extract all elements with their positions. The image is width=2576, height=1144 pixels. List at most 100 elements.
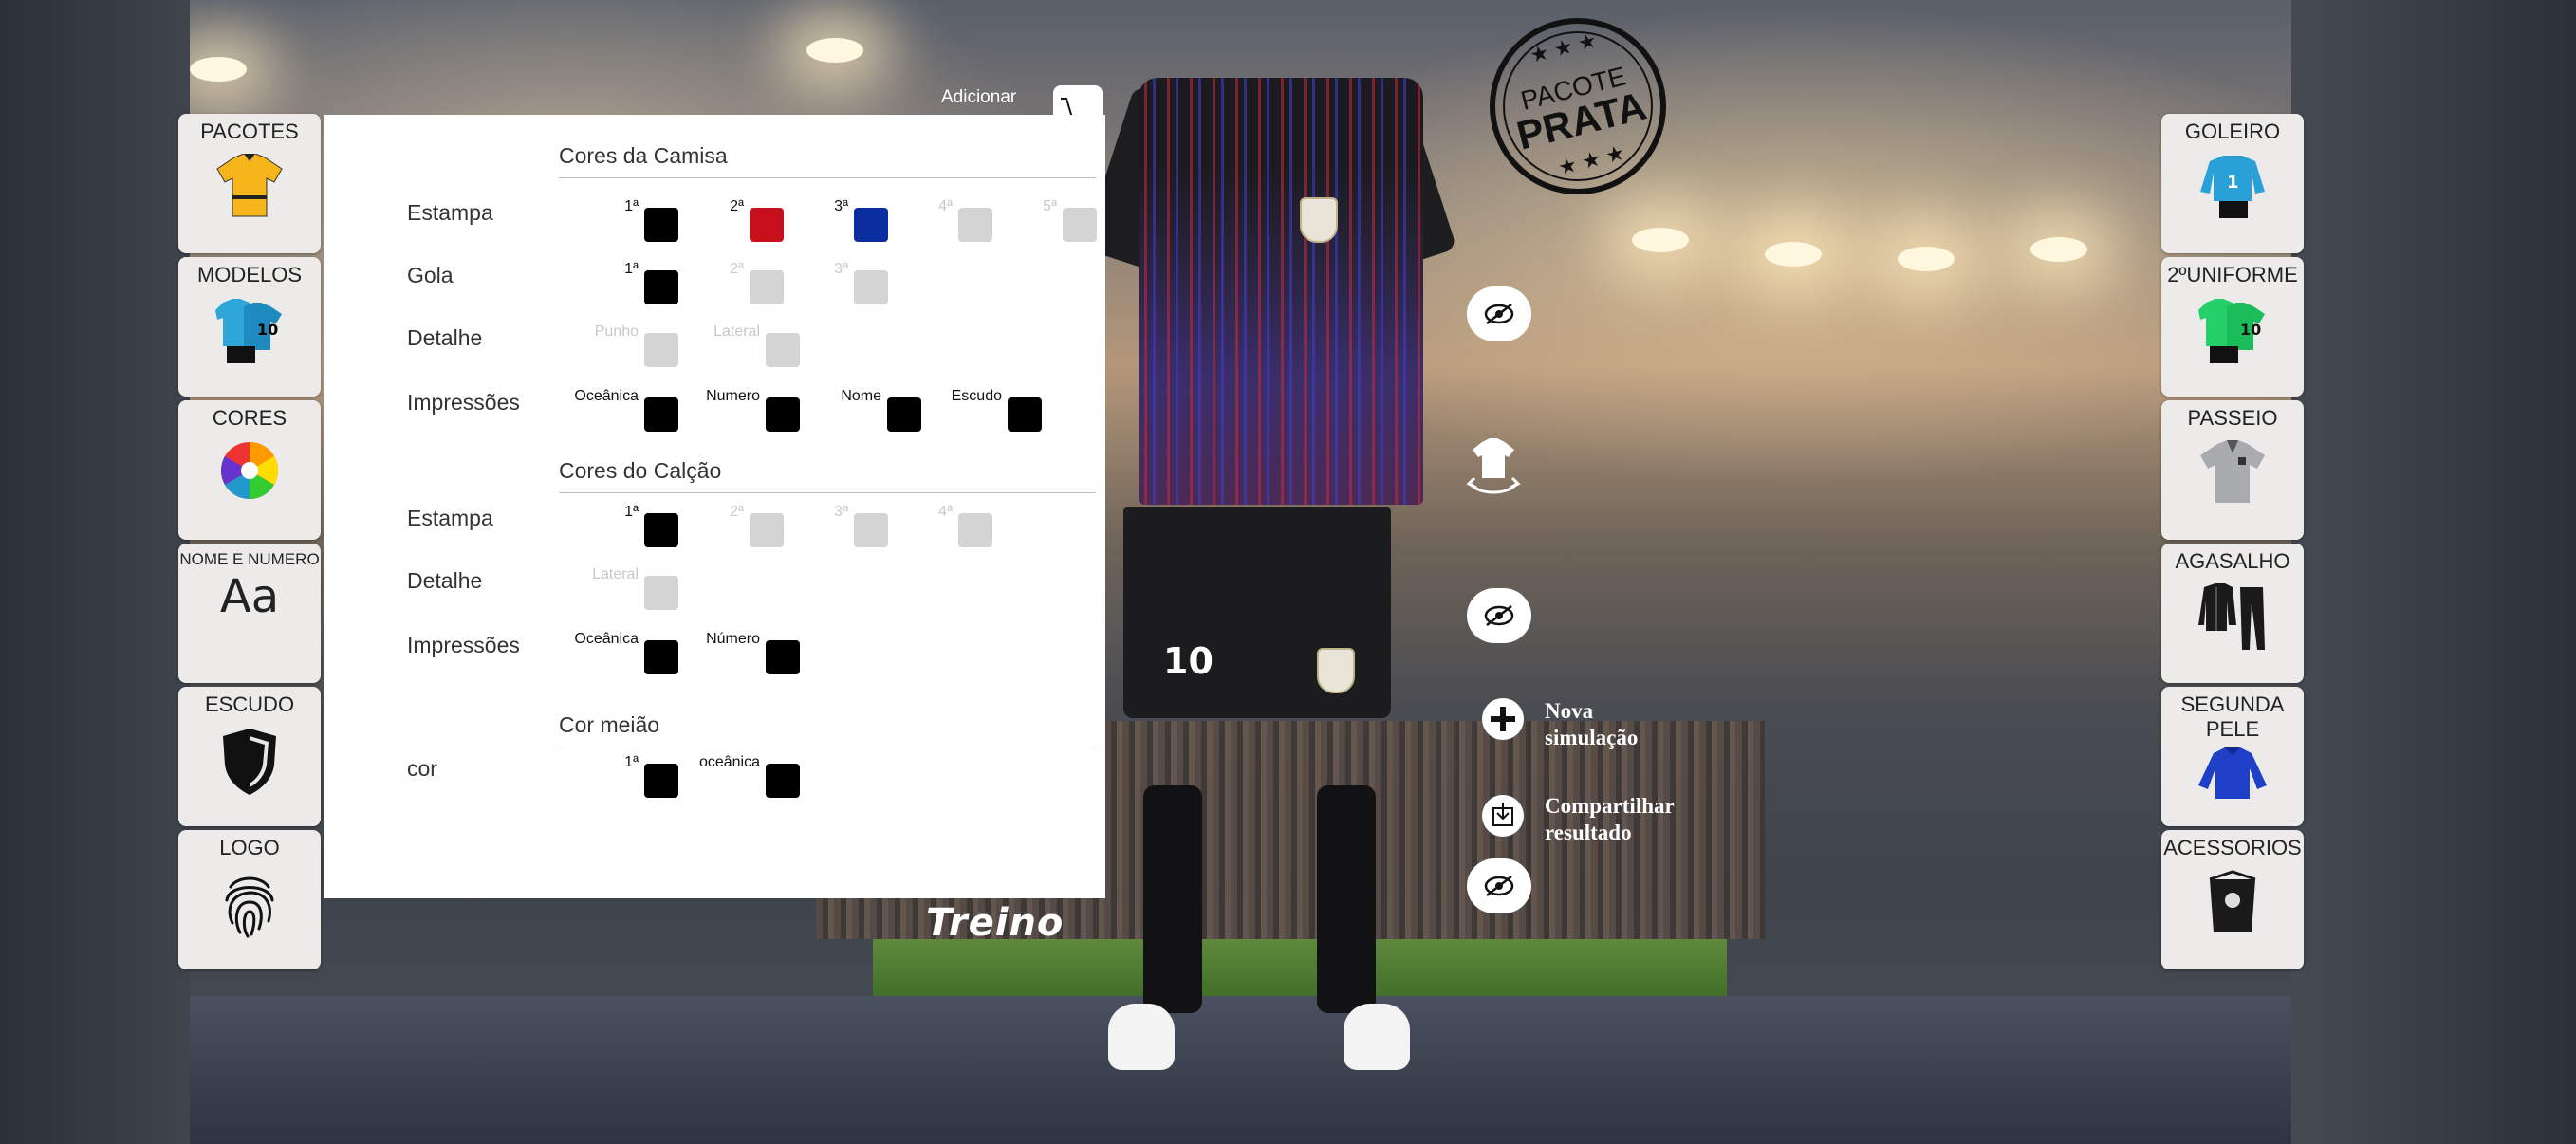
- swatch-label: Oceânica: [574, 388, 639, 404]
- section-divider: [559, 177, 1096, 178]
- swatch-label: 1ª: [624, 261, 639, 277]
- section-title: Cor meião: [559, 712, 660, 737]
- color-swatch[interactable]: [766, 640, 800, 674]
- row-label: Detalhe: [407, 325, 483, 350]
- right-sock: [1317, 785, 1376, 1013]
- eye-off-icon: [1484, 304, 1514, 324]
- rotate-view-button[interactable]: [1463, 436, 1524, 503]
- color-swatch[interactable]: [887, 397, 921, 432]
- color-swatch[interactable]: [644, 270, 678, 304]
- color-swatch[interactable]: [854, 513, 888, 547]
- model-name: Treino: [926, 901, 1065, 945]
- swatch-label: 3ª: [834, 261, 848, 277]
- polo-shirt-icon: [2200, 440, 2265, 503]
- color-swatch[interactable]: [766, 333, 800, 367]
- menu-label: CORES: [212, 406, 287, 430]
- swatch-label: Lateral: [713, 323, 760, 340]
- color-swatch[interactable]: [644, 333, 678, 367]
- menu-logo[interactable]: LOGO: [178, 830, 321, 969]
- swatch-label: 4ª: [938, 504, 953, 520]
- color-swatch[interactable]: [958, 513, 992, 547]
- shirt-front: [1139, 78, 1423, 505]
- row-label: Estampa: [407, 200, 493, 225]
- menu-segunda-pele[interactable]: SEGUNDA PELE: [2161, 687, 2304, 826]
- menu-agasalho[interactable]: AGASALHO: [2161, 544, 2304, 683]
- new-simulation-button[interactable]: Nova simulação: [1545, 698, 1687, 751]
- section-divider: [559, 492, 1096, 493]
- color-swatch[interactable]: [854, 208, 888, 242]
- goalkeeper-kit-icon: 1: [2200, 156, 2265, 218]
- font-aa-icon: Aa: [219, 570, 280, 623]
- add-to-cart-label[interactable]: Adicionar: [941, 87, 1016, 108]
- color-swatch[interactable]: [750, 270, 784, 304]
- menu-label: 2ºUNIFORME: [2167, 263, 2298, 286]
- right-menu: GOLEIRO 1 2ºUNIFORME 10 PASSEIO AGASALHO: [2161, 114, 2304, 973]
- menu-cores[interactable]: CORES: [178, 400, 321, 540]
- menu-label: LOGO: [219, 836, 280, 859]
- swatch-label: oceânica: [698, 754, 760, 770]
- color-swatch[interactable]: [644, 208, 678, 242]
- color-swatch[interactable]: [644, 576, 678, 610]
- toggle-visibility-button-3[interactable]: [1467, 858, 1531, 913]
- shirt-crest: [1300, 197, 1338, 243]
- menu-label: NOME E NUMERO: [179, 550, 320, 568]
- color-swatch[interactable]: [644, 513, 678, 547]
- row-label: Impressões: [407, 390, 520, 415]
- swatch-label: Punho: [594, 323, 639, 340]
- swatch-label: Numero: [706, 388, 760, 404]
- color-wheel-icon: [220, 442, 279, 499]
- swatch-label: 3ª: [834, 504, 848, 520]
- svg-text:10: 10: [2240, 321, 2261, 339]
- left-sock: [1143, 785, 1202, 1013]
- section-title: Cores do Calção: [559, 458, 722, 483]
- color-swatch[interactable]: [1063, 208, 1097, 242]
- menu-pacotes[interactable]: PACOTES: [178, 114, 321, 253]
- base-layer-icon: [2198, 747, 2267, 799]
- share-result-button[interactable]: Compartilhar resultado: [1545, 793, 1715, 846]
- toggle-visibility-button-1[interactable]: [1467, 286, 1531, 341]
- pacote-prata-stamp: ★ ★ ★ PACOTE PRATA ★ ★ ★: [1490, 18, 1666, 194]
- right-boot: [1344, 1004, 1410, 1070]
- menu-nome-numero[interactable]: NOME E NUMERO Aa: [178, 544, 321, 683]
- kit-green-icon: 10: [2198, 299, 2265, 363]
- menu-escudo[interactable]: ESCUDO: [178, 687, 321, 826]
- row-label: Estampa: [407, 506, 493, 530]
- menu-label: PACOTES: [200, 120, 299, 143]
- swatch-label: 4ª: [938, 198, 953, 214]
- menu-modelos[interactable]: MODELOS 10: [178, 257, 321, 397]
- swatch-label: 1ª: [624, 504, 639, 520]
- menu-acessorios[interactable]: ACESSORIOS: [2161, 830, 2304, 969]
- swatch-label: 5ª: [1043, 198, 1057, 214]
- swatch-label: 3ª: [834, 198, 848, 214]
- menu-label: ESCUDO: [204, 692, 295, 716]
- jersey-yellow-icon: [216, 154, 283, 217]
- svg-text:1: 1: [2227, 173, 2239, 193]
- color-swatch[interactable]: [766, 764, 800, 798]
- menu-passeio[interactable]: PASSEIO: [2161, 400, 2304, 540]
- swatch-label: 1ª: [624, 198, 639, 214]
- left-boot: [1108, 1004, 1175, 1070]
- toggle-visibility-button-2[interactable]: [1467, 588, 1531, 643]
- left-menu: PACOTES MODELOS 10 CORES NOME E NUMERO A…: [178, 114, 321, 973]
- download-share-icon[interactable]: [1482, 795, 1524, 837]
- swatch-label: Nome: [841, 388, 881, 404]
- color-swatch[interactable]: [854, 270, 888, 304]
- drawstring-bag-icon: [2209, 870, 2256, 932]
- rotate-shirt-icon: [1466, 438, 1521, 494]
- color-swatch[interactable]: [644, 640, 678, 674]
- color-swatch[interactable]: [1008, 397, 1042, 432]
- color-swatch[interactable]: [766, 397, 800, 432]
- fingerprint-icon: [225, 876, 274, 938]
- menu-label: MODELOS: [196, 263, 303, 286]
- menu-2-uniforme[interactable]: 2ºUNIFORME 10: [2161, 257, 2304, 397]
- color-swatch[interactable]: [750, 208, 784, 242]
- color-swatch[interactable]: [750, 513, 784, 547]
- menu-label: SEGUNDA PELE: [2180, 692, 2285, 741]
- color-swatch[interactable]: [958, 208, 992, 242]
- section-title: Cores da Camisa: [559, 143, 728, 168]
- row-label: cor: [407, 756, 437, 781]
- plus-circle-icon[interactable]: [1482, 698, 1524, 740]
- color-swatch[interactable]: [644, 764, 678, 798]
- menu-goleiro[interactable]: GOLEIRO 1: [2161, 114, 2304, 253]
- color-swatch[interactable]: [644, 397, 678, 432]
